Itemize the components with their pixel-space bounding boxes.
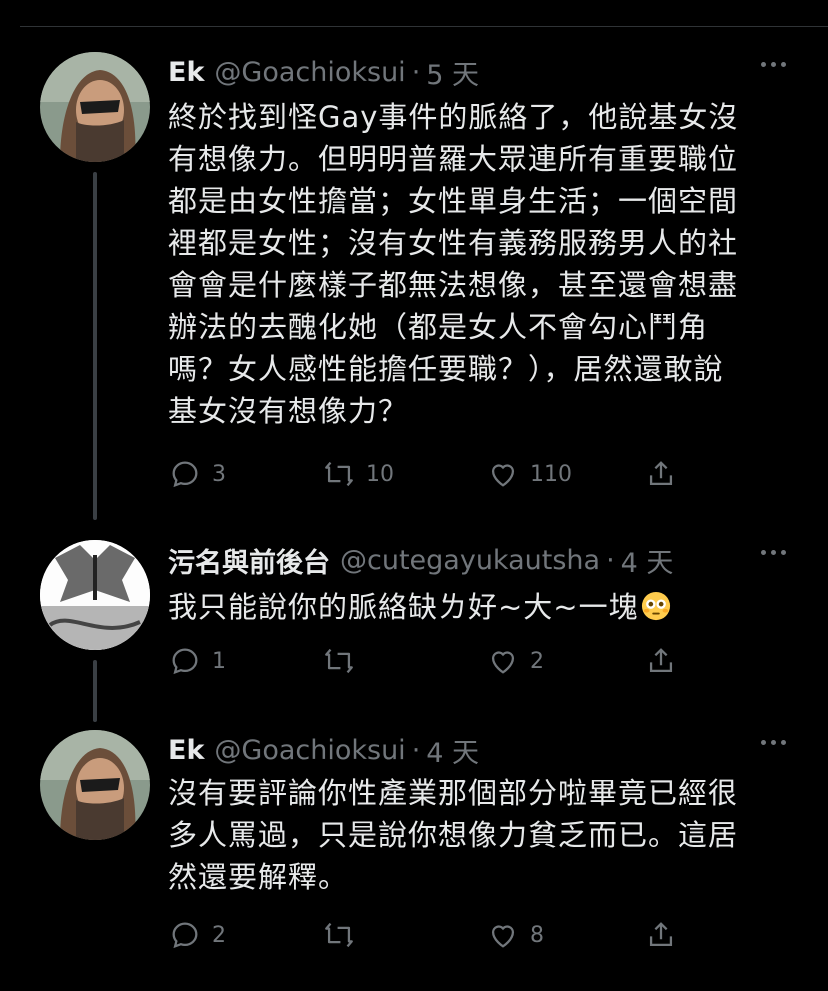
retweet-button[interactable] — [322, 644, 356, 678]
tweet-2[interactable]: 污名與前後台 @cutegayukautsha · 4 天 我只能說你的脈絡缺ㄌ… — [0, 540, 828, 722]
like-button[interactable]: 2 — [486, 644, 544, 678]
tweet-text: 終於找到怪Gay事件的脈絡了，他說基女沒 有想像力。但明明普羅大眾連所有重要職位… — [168, 96, 788, 432]
more-options-icon[interactable] — [761, 62, 786, 67]
retweet-count: 10 — [366, 461, 394, 487]
share-icon — [649, 461, 673, 486]
tweet-3[interactable]: Ek @Goachioksui · 4 天 沒有要評論你性產業那個部分啦畢竟已經… — [0, 730, 828, 980]
text-line: 然還要解釋。 — [168, 860, 349, 894]
text-line: 嗎？女人感性能擔任要職？），居然還敢說 — [168, 352, 724, 386]
flushed-face-icon — [641, 591, 670, 621]
timestamp[interactable]: 4 天 — [426, 731, 479, 770]
retweet-button[interactable] — [322, 918, 356, 952]
tweet-header: 污名與前後台 @cutegayukautsha · 4 天 — [168, 540, 673, 580]
retweet-icon — [325, 922, 353, 948]
like-count: 110 — [530, 461, 572, 487]
text-line: 終於找到怪Gay事件的脈絡了，他說基女沒 — [168, 100, 739, 134]
text-line: 我只能說你的脈絡缺ㄌ好~大~一塊 — [168, 586, 788, 628]
separator-dot: · — [411, 734, 421, 766]
action-bar: 1 2 — [168, 644, 688, 684]
author-handle[interactable]: @cutegayukautsha — [340, 545, 600, 576]
tweet-header: Ek @Goachioksui · 5 天 — [168, 52, 479, 92]
heart-icon — [491, 651, 515, 674]
action-bar: 3 10 110 — [168, 457, 688, 497]
share-button[interactable] — [644, 457, 678, 491]
tweet-header: Ek @Goachioksui · 4 天 — [168, 730, 479, 770]
text-line: 都是由女性擔當；女性單身生活；一個空間 — [168, 184, 739, 218]
reply-icon — [172, 461, 198, 488]
more-options-icon[interactable] — [761, 740, 786, 745]
timestamp[interactable]: 5 天 — [426, 53, 479, 92]
share-icon — [649, 922, 673, 947]
like-count: 8 — [530, 922, 544, 948]
avatar[interactable] — [40, 52, 150, 162]
separator-dot: · — [411, 56, 421, 88]
tweet-1[interactable]: Ek @Goachioksui · 5 天 終於找到怪Gay事件的脈絡了，他說基… — [0, 52, 828, 520]
thread-line — [93, 172, 97, 520]
retweet-button[interactable]: 10 — [322, 457, 394, 491]
reply-count: 3 — [212, 461, 226, 487]
author-name[interactable]: Ek — [168, 735, 204, 766]
text-line: 裡都是女性；沒有女性有義務服務男人的社 — [168, 226, 739, 260]
author-handle[interactable]: @Goachioksui — [214, 57, 405, 88]
text-line: 基女沒有想像力？ — [168, 394, 409, 428]
retweet-icon — [325, 648, 353, 674]
heart-icon — [491, 464, 515, 487]
reply-icon — [172, 922, 198, 949]
heart-icon — [491, 925, 515, 948]
text-line: 沒有要評論你性產業那個部分啦畢竟已經很 — [168, 776, 739, 810]
reply-count: 2 — [212, 922, 226, 948]
text-line: 有想像力。但明明普羅大眾連所有重要職位 — [168, 142, 739, 176]
text-line: 多人罵過，只是說你想像力貧乏而已。這居 — [168, 818, 739, 852]
reply-button[interactable]: 2 — [168, 918, 226, 952]
tweet-text: 沒有要評論你性產業那個部分啦畢竟已經很 多人罵過，只是說你想像力貧乏而已。這居 … — [168, 772, 788, 898]
author-name[interactable]: Ek — [168, 57, 204, 88]
reply-count: 1 — [212, 648, 226, 674]
reply-button[interactable]: 3 — [168, 457, 226, 491]
avatar[interactable] — [40, 730, 150, 840]
text-line: 會會是什麼樣子都無法想像，甚至還會想盡 — [168, 268, 739, 302]
text-line: 辦法的去醜化她（都是女人不會勾心鬥角 — [168, 310, 709, 344]
author-handle[interactable]: @Goachioksui — [214, 735, 405, 766]
tweet-text: 我只能說你的脈絡缺ㄌ好~大~一塊 — [168, 586, 788, 628]
more-options-icon[interactable] — [761, 550, 786, 555]
avatar[interactable] — [40, 540, 150, 650]
share-icon — [649, 648, 673, 673]
retweet-icon — [325, 461, 353, 487]
share-button[interactable] — [644, 918, 678, 952]
thread-line — [93, 660, 97, 722]
action-bar: 2 8 — [168, 918, 688, 958]
like-count: 2 — [530, 648, 544, 674]
author-name[interactable]: 污名與前後台 — [168, 541, 330, 580]
top-divider — [20, 26, 828, 27]
text-content: 我只能說你的脈絡缺ㄌ好~大~一塊 — [168, 590, 639, 624]
separator-dot: · — [606, 544, 615, 576]
like-button[interactable]: 8 — [486, 918, 544, 952]
like-button[interactable]: 110 — [486, 457, 572, 491]
timestamp[interactable]: 4 天 — [621, 541, 674, 580]
share-button[interactable] — [644, 644, 678, 678]
reply-button[interactable]: 1 — [168, 644, 226, 678]
reply-icon — [172, 648, 198, 675]
